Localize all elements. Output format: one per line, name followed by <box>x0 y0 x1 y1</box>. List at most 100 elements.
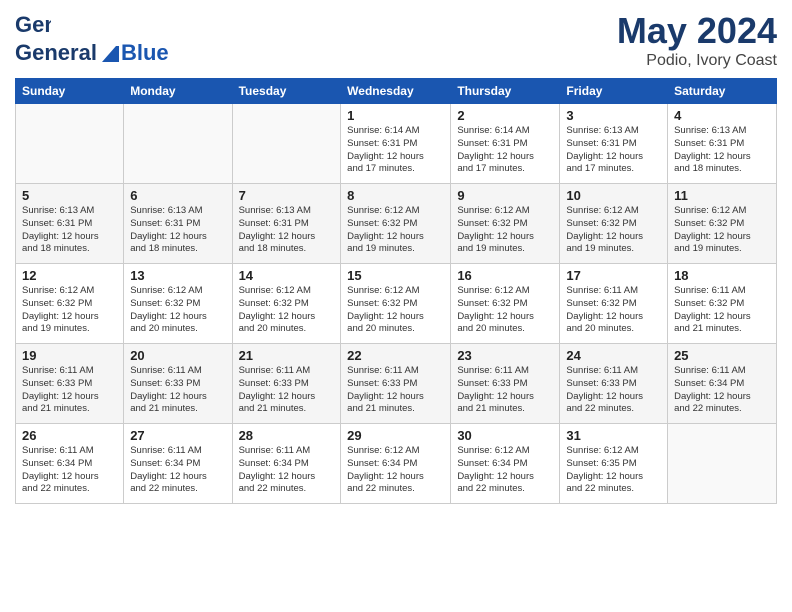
calendar-cell: 17 Sunrise: 6:11 AM Sunset: 6:32 PM Dayli… <box>560 264 668 344</box>
calendar-cell <box>232 104 341 184</box>
calendar-cell: 28 Sunrise: 6:11 AM Sunset: 6:34 PM Dayli… <box>232 424 341 504</box>
day-info: Sunrise: 6:11 AM Sunset: 6:33 PM Dayligh… <box>22 365 117 416</box>
day-info: Sunrise: 6:11 AM Sunset: 6:32 PM Dayligh… <box>566 285 661 336</box>
day-number: 7 <box>239 188 335 203</box>
calendar-week-2: 5 Sunrise: 6:13 AM Sunset: 6:31 PM Daylig… <box>16 184 777 264</box>
day-info: Sunrise: 6:13 AM Sunset: 6:31 PM Dayligh… <box>566 125 661 176</box>
calendar-cell: 18 Sunrise: 6:11 AM Sunset: 6:32 PM Dayli… <box>668 264 777 344</box>
weekday-header-saturday: Saturday <box>668 79 777 104</box>
day-info: Sunrise: 6:14 AM Sunset: 6:31 PM Dayligh… <box>347 125 444 176</box>
logo-general: General <box>15 40 97 66</box>
calendar-cell: 9Sunrise: 6:12 AM Sunset: 6:32 PM Daylig… <box>451 184 560 264</box>
title-area: May 2024 Podio, Ivory Coast <box>617 10 777 70</box>
svg-text:General: General <box>15 12 51 37</box>
location: Podio, Ivory Coast <box>617 52 777 70</box>
calendar-cell: 22 Sunrise: 6:11 AM Sunset: 6:33 PM Dayli… <box>341 344 451 424</box>
calendar-cell: 24 Sunrise: 6:11 AM Sunset: 6:33 PM Dayli… <box>560 344 668 424</box>
day-number: 18 <box>674 268 770 283</box>
calendar-cell: 11Sunrise: 6:12 AM Sunset: 6:32 PM Dayli… <box>668 184 777 264</box>
calendar-cell: 26Sunrise: 6:11 AM Sunset: 6:34 PM Dayli… <box>16 424 124 504</box>
day-info: Sunrise: 6:13 AM Sunset: 6:31 PM Dayligh… <box>130 205 225 256</box>
calendar-cell: 16 Sunrise: 6:12 AM Sunset: 6:32 PM Dayli… <box>451 264 560 344</box>
calendar-cell <box>124 104 232 184</box>
calendar-week-4: 19 Sunrise: 6:11 AM Sunset: 6:33 PM Dayli… <box>16 344 777 424</box>
day-number: 22 <box>347 348 444 363</box>
calendar-cell: 31Sunrise: 6:12 AM Sunset: 6:35 PM Dayli… <box>560 424 668 504</box>
day-number: 12 <box>22 268 117 283</box>
day-info: Sunrise: 6:12 AM Sunset: 6:32 PM Dayligh… <box>22 285 117 336</box>
day-info: Sunrise: 6:14 AM Sunset: 6:31 PM Dayligh… <box>457 125 553 176</box>
weekday-header-thursday: Thursday <box>451 79 560 104</box>
day-info: Sunrise: 6:11 AM Sunset: 6:32 PM Dayligh… <box>674 285 770 336</box>
day-info: Sunrise: 6:11 AM Sunset: 6:33 PM Dayligh… <box>130 365 225 416</box>
calendar-cell <box>16 104 124 184</box>
calendar-cell: 15 Sunrise: 6:12 AM Sunset: 6:32 PM Dayli… <box>341 264 451 344</box>
calendar-cell: 8Sunrise: 6:12 AM Sunset: 6:32 PM Daylig… <box>341 184 451 264</box>
calendar-cell: 27 Sunrise: 6:11 AM Sunset: 6:34 PM Dayli… <box>124 424 232 504</box>
weekday-header-tuesday: Tuesday <box>232 79 341 104</box>
day-number: 1 <box>347 108 444 123</box>
weekday-header-monday: Monday <box>124 79 232 104</box>
day-number: 25 <box>674 348 770 363</box>
calendar-cell: 19 Sunrise: 6:11 AM Sunset: 6:33 PM Dayli… <box>16 344 124 424</box>
day-info: Sunrise: 6:11 AM Sunset: 6:33 PM Dayligh… <box>457 365 553 416</box>
day-info: Sunrise: 6:11 AM Sunset: 6:34 PM Dayligh… <box>130 445 225 496</box>
month-title: May 2024 <box>617 10 777 52</box>
logo-text-area: General Blue <box>15 40 169 66</box>
day-info: Sunrise: 6:11 AM Sunset: 6:34 PM Dayligh… <box>674 365 770 416</box>
day-number: 14 <box>239 268 335 283</box>
day-number: 17 <box>566 268 661 283</box>
day-info: Sunrise: 6:12 AM Sunset: 6:32 PM Dayligh… <box>457 285 553 336</box>
logo-icon: General <box>15 10 51 40</box>
day-number: 8 <box>347 188 444 203</box>
calendar-cell: 25 Sunrise: 6:11 AM Sunset: 6:34 PM Dayli… <box>668 344 777 424</box>
day-number: 27 <box>130 428 225 443</box>
calendar-cell: 21 Sunrise: 6:11 AM Sunset: 6:33 PM Dayli… <box>232 344 341 424</box>
day-number: 15 <box>347 268 444 283</box>
calendar-week-1: 1 Sunrise: 6:14 AM Sunset: 6:31 PM Daylig… <box>16 104 777 184</box>
day-info: Sunrise: 6:12 AM Sunset: 6:32 PM Dayligh… <box>130 285 225 336</box>
day-info: Sunrise: 6:12 AM Sunset: 6:34 PM Dayligh… <box>347 445 444 496</box>
day-info: Sunrise: 6:13 AM Sunset: 6:31 PM Dayligh… <box>22 205 117 256</box>
calendar-cell: 20Sunrise: 6:11 AM Sunset: 6:33 PM Dayli… <box>124 344 232 424</box>
calendar-cell: 7 Sunrise: 6:13 AM Sunset: 6:31 PM Daylig… <box>232 184 341 264</box>
day-number: 10 <box>566 188 661 203</box>
day-info: Sunrise: 6:11 AM Sunset: 6:33 PM Dayligh… <box>239 365 335 416</box>
day-info: Sunrise: 6:13 AM Sunset: 6:31 PM Dayligh… <box>674 125 770 176</box>
day-info: Sunrise: 6:12 AM Sunset: 6:32 PM Dayligh… <box>457 205 553 256</box>
day-number: 24 <box>566 348 661 363</box>
day-info: Sunrise: 6:12 AM Sunset: 6:32 PM Dayligh… <box>347 285 444 336</box>
day-info: Sunrise: 6:11 AM Sunset: 6:33 PM Dayligh… <box>566 365 661 416</box>
logo-triangle-icon <box>98 42 120 64</box>
day-info: Sunrise: 6:11 AM Sunset: 6:34 PM Dayligh… <box>239 445 335 496</box>
calendar-cell: 3Sunrise: 6:13 AM Sunset: 6:31 PM Daylig… <box>560 104 668 184</box>
day-number: 29 <box>347 428 444 443</box>
calendar-cell: 10 Sunrise: 6:12 AM Sunset: 6:32 PM Dayli… <box>560 184 668 264</box>
calendar-cell: 1 Sunrise: 6:14 AM Sunset: 6:31 PM Daylig… <box>341 104 451 184</box>
logo-blue: Blue <box>121 40 169 66</box>
day-info: Sunrise: 6:11 AM Sunset: 6:33 PM Dayligh… <box>347 365 444 416</box>
day-number: 5 <box>22 188 117 203</box>
day-number: 19 <box>22 348 117 363</box>
day-number: 2 <box>457 108 553 123</box>
calendar-cell: 29 Sunrise: 6:12 AM Sunset: 6:34 PM Dayli… <box>341 424 451 504</box>
day-number: 28 <box>239 428 335 443</box>
weekday-header-sunday: Sunday <box>16 79 124 104</box>
day-info: Sunrise: 6:13 AM Sunset: 6:31 PM Dayligh… <box>239 205 335 256</box>
day-info: Sunrise: 6:12 AM Sunset: 6:34 PM Dayligh… <box>457 445 553 496</box>
calendar-cell: 13Sunrise: 6:12 AM Sunset: 6:32 PM Dayli… <box>124 264 232 344</box>
day-info: Sunrise: 6:12 AM Sunset: 6:32 PM Dayligh… <box>239 285 335 336</box>
header: General General Blue May 2024 Podio, Ivo… <box>15 10 777 70</box>
day-info: Sunrise: 6:12 AM Sunset: 6:32 PM Dayligh… <box>566 205 661 256</box>
weekday-header-wednesday: Wednesday <box>341 79 451 104</box>
day-number: 21 <box>239 348 335 363</box>
day-info: Sunrise: 6:12 AM Sunset: 6:35 PM Dayligh… <box>566 445 661 496</box>
calendar-table: SundayMondayTuesdayWednesdayThursdayFrid… <box>15 78 777 504</box>
logo-line: General <box>15 10 51 40</box>
calendar-cell <box>668 424 777 504</box>
page-container: General General Blue May 2024 Podio, Ivo… <box>0 0 792 514</box>
day-number: 16 <box>457 268 553 283</box>
logo: General General Blue <box>15 10 169 66</box>
day-number: 30 <box>457 428 553 443</box>
weekday-header-row: SundayMondayTuesdayWednesdayThursdayFrid… <box>16 79 777 104</box>
